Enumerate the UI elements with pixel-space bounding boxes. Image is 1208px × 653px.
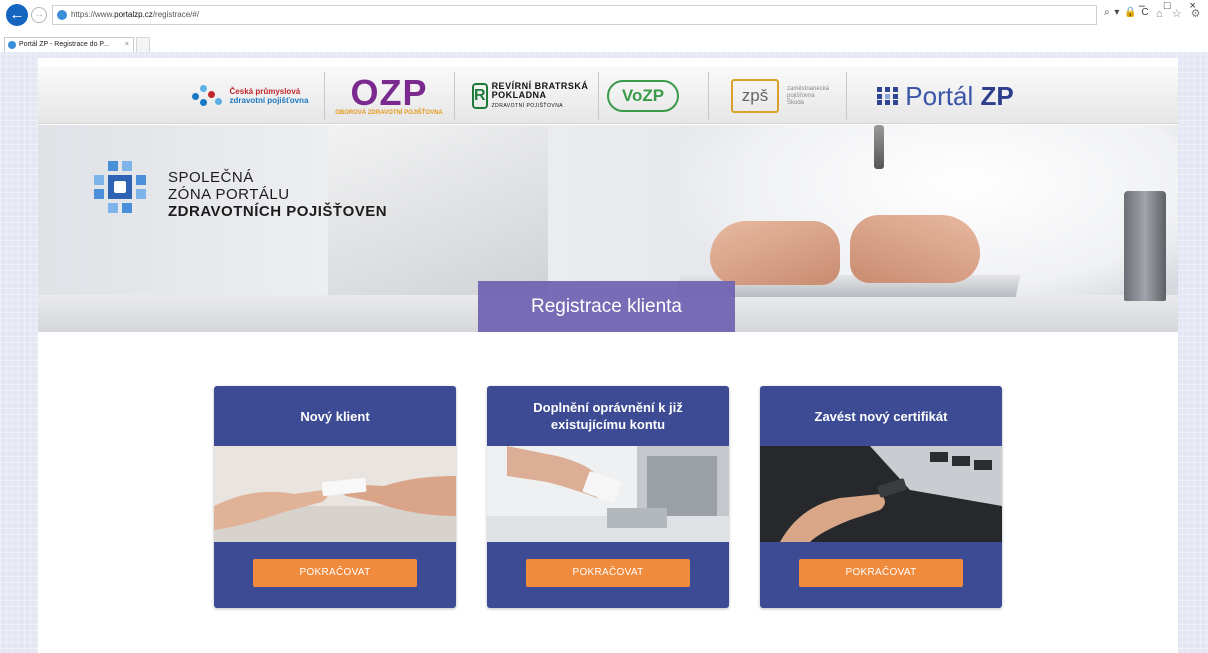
logo-divider (846, 72, 847, 120)
insurer-logo-bar: Česká průmyslová zdravotní pojišťovna OZ… (38, 66, 1178, 124)
ozp-subtitle: OBOROVÁ ZDRAVOTNÍ POJIŠŤOVNA (335, 109, 443, 116)
hand-image (850, 215, 980, 283)
portal-name-light: Portál (905, 80, 981, 111)
tab-close-icon[interactable]: × (125, 38, 129, 51)
card-at-terminal-photo (487, 446, 729, 542)
zone-title: SPOLEČNÁ ZÓNA PORTÁLU ZDRAVOTNÍCH POJIŠŤ… (168, 169, 387, 220)
card-title: Zavést nový certifikát (814, 408, 948, 424)
logo-divider (454, 72, 455, 120)
tab-favicon-icon (8, 41, 16, 49)
cpzp-name-line1: Česká průmyslová (229, 87, 301, 96)
usb-key-laptop-photo (760, 446, 1002, 542)
browser-chrome: ← → https://www.portalzp.cz/registrace/#… (0, 0, 1208, 52)
cpzp-logo[interactable]: Česká průmyslová zdravotní pojišťovna (186, 70, 314, 122)
rbp-logo[interactable]: R REVÍRNÍ BRATRSKÁ POKLADNA ZDRAVOTNÍ PO… (472, 70, 590, 122)
handing-card-photo (214, 446, 456, 542)
url-path: /registrace/#/ (152, 10, 200, 19)
zps-subtitle: zaměstnanecká pojišťovna Škoda (787, 85, 830, 106)
zone-logo-icon (88, 161, 148, 231)
zone-title-line1: SPOLEČNÁ (168, 169, 254, 186)
card-title: Nový klient (300, 408, 370, 424)
window-controls[interactable]: – □ × (1139, 0, 1204, 12)
continue-button[interactable]: POKRAČOVAT (253, 559, 417, 587)
portal-zp-mark-icon (877, 87, 899, 105)
new-tab-button[interactable] (136, 37, 150, 52)
hand-image (710, 221, 840, 285)
ozp-logo[interactable]: OZP OBOROVÁ ZDRAVOTNÍ POJIŠŤOVNA (334, 70, 444, 122)
zps-logo[interactable]: zpš zaměstnanecká pojišťovna Škoda (720, 70, 838, 122)
page-content: Česká průmyslová zdravotní pojišťovna OZ… (38, 58, 1178, 653)
logo-divider (598, 72, 599, 120)
forward-arrow-icon[interactable]: → (31, 7, 47, 23)
tab-title: Portál ZP - Registrace do P... (19, 41, 110, 48)
logo-divider (324, 72, 325, 120)
vozp-logo[interactable]: VoZP (604, 70, 682, 122)
stethoscope-image (874, 125, 884, 169)
rbp-name: REVÍRNÍ BRATRSKÁ POKLADNA (491, 80, 589, 100)
ozp-name: OZP (350, 71, 428, 113)
vozp-name: VoZP (607, 80, 679, 112)
rbp-mark-icon: R (472, 83, 488, 109)
zone-title-line3: ZDRAVOTNÍCH POJIŠŤOVEN (168, 203, 388, 220)
card-existing-account: Doplnění oprávnění k již existujícímu ko… (487, 386, 729, 608)
browser-tab[interactable]: Portál ZP - Registrace do P... × (4, 37, 134, 52)
cpzp-mark-icon (191, 85, 222, 107)
portal-name-bold: ZP (980, 80, 1014, 111)
card-new-certificate: Zavést nový certifikát POKRAČOVAT (760, 386, 1002, 608)
back-arrow-icon[interactable]: ← (6, 4, 28, 26)
rbp-subtitle: ZDRAVOTNÍ POJIŠŤOVNA (491, 102, 564, 109)
continue-button[interactable]: POKRAČOVAT (526, 559, 690, 587)
continue-button[interactable]: POKRAČOVAT (799, 559, 963, 587)
url-scheme: https://www. (71, 10, 115, 19)
portal-zp-logo[interactable]: Portál ZP (858, 70, 1033, 122)
pen-holder-image (1124, 191, 1166, 301)
hero-banner: SPOLEČNÁ ZÓNA PORTÁLU ZDRAVOTNÍCH POJIŠŤ… (38, 125, 1178, 332)
card-title: Doplnění oprávnění k již existujícímu ko… (533, 400, 683, 432)
zone-title-line2: ZÓNA PORTÁLU (168, 186, 290, 203)
address-bar[interactable]: https://www.portalzp.cz/registrace/#/ (52, 5, 1097, 25)
page-title: Registrace klienta (478, 281, 735, 332)
site-favicon-icon (57, 10, 67, 20)
cpzp-name-line2: zdravotní pojišťovna (229, 96, 309, 105)
zps-mark: zpš (731, 79, 779, 113)
card-new-client: Nový klient POKRAČOVAT (214, 386, 456, 608)
url-domain: portalzp.cz (114, 10, 153, 19)
logo-divider (708, 72, 709, 120)
